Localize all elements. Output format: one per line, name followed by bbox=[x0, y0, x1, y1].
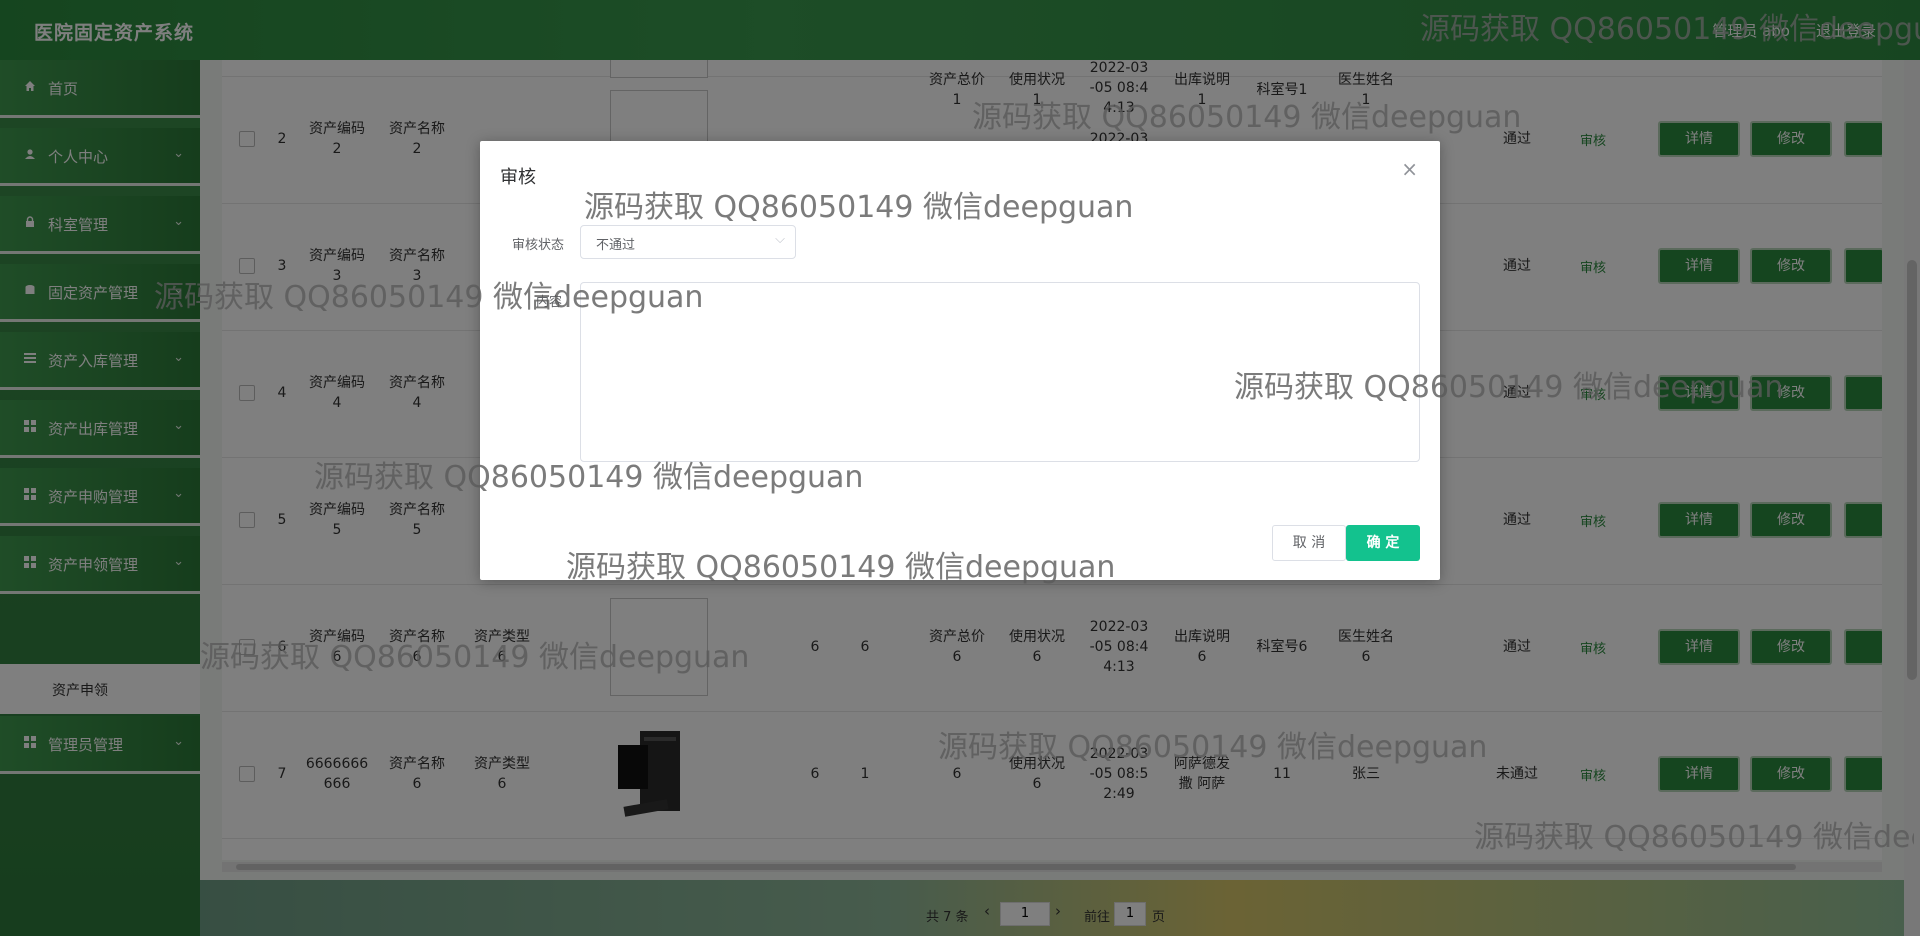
confirm-button[interactable]: 确 定 bbox=[1346, 525, 1420, 561]
audit-status-select[interactable]: 不通过 ⌵ bbox=[580, 225, 796, 259]
content-textarea[interactable] bbox=[580, 282, 1420, 462]
audit-status-value: 不通过 bbox=[596, 238, 636, 253]
dialog-title: 审核 bbox=[500, 167, 536, 188]
close-icon[interactable]: × bbox=[1401, 157, 1418, 181]
audit-status-label: 审核状态 bbox=[512, 238, 565, 253]
chevron-down-icon: ⌵ bbox=[775, 232, 785, 247]
audit-dialog: 审核 × 审核状态 不通过 ⌵ 内容 取 消 确 定 bbox=[480, 141, 1440, 580]
content-label: 内容 bbox=[536, 295, 563, 310]
cancel-button[interactable]: 取 消 bbox=[1272, 525, 1346, 561]
